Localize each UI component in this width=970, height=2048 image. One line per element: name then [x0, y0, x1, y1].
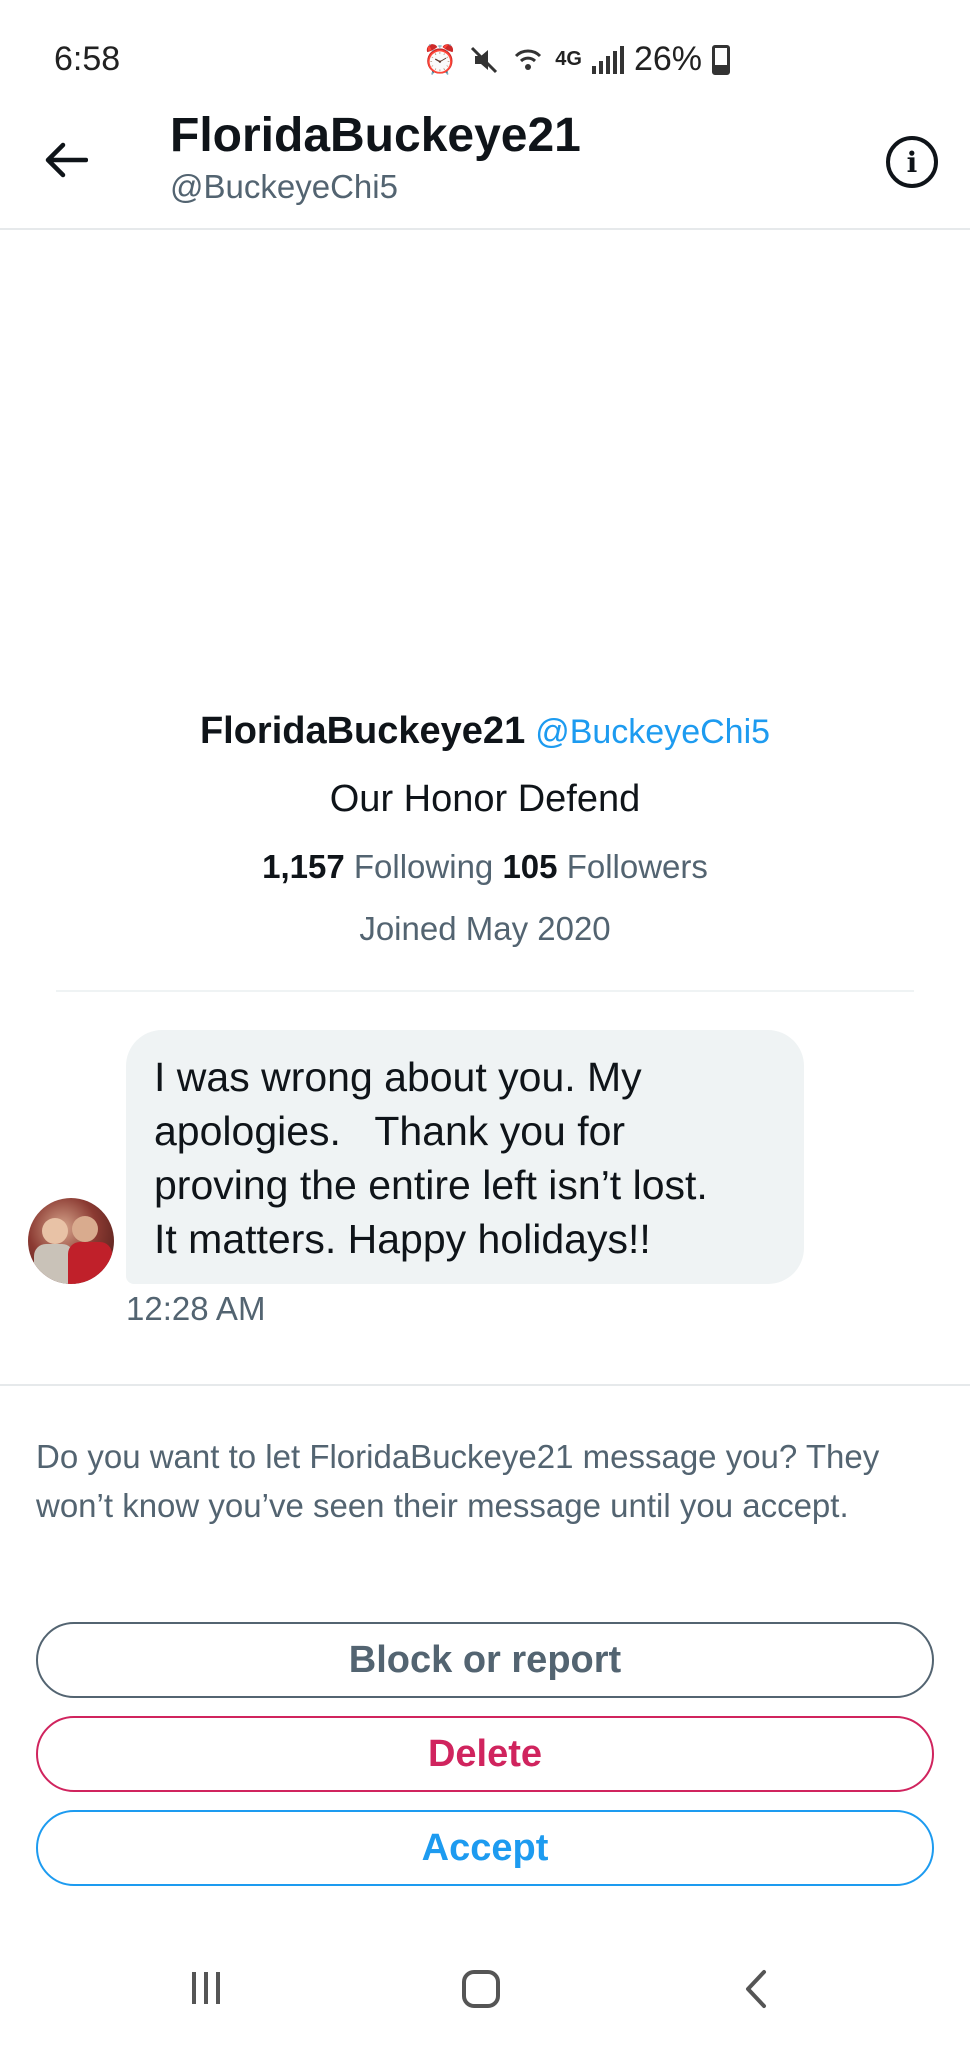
profile-name-row[interactable]: FloridaBuckeye21 @BuckeyeChi5 [0, 710, 970, 753]
home-icon[interactable] [462, 1970, 500, 2008]
following-stat[interactable]: 1,157 Following [262, 848, 493, 885]
block-or-report-button[interactable]: Block or report [36, 1622, 934, 1698]
message-divider [0, 1384, 970, 1386]
conversation-title: FloridaBuckeye21 [170, 109, 581, 162]
profile-name: FloridaBuckeye21 [199, 710, 526, 752]
recents-icon[interactable] [192, 1972, 220, 2004]
info-icon[interactable]: i [886, 136, 938, 188]
accept-button[interactable]: Accept [36, 1810, 934, 1886]
header-divider [0, 228, 970, 230]
mute-icon [467, 43, 501, 77]
wifi-icon [511, 43, 545, 77]
followers-stat[interactable]: 105 Followers [502, 848, 707, 885]
delete-button[interactable]: Delete [36, 1716, 934, 1792]
message-bubble[interactable]: I was wrong about you. My apologies. Tha… [126, 1030, 804, 1284]
profile-bio: Our Honor Defend [329, 778, 641, 820]
profile-divider [56, 990, 914, 992]
back-button[interactable] [38, 132, 94, 188]
following-count: 1,157 [262, 848, 345, 885]
avatar[interactable] [28, 1198, 114, 1284]
following-label: Following [353, 848, 494, 885]
status-bar-time: 6:58 [54, 40, 121, 78]
signal-icon [591, 45, 624, 74]
conversation-handle: @BuckeyeChi5 [170, 168, 398, 205]
message-request-prompt: Do you want to let FloridaBuckeye21 mess… [36, 1438, 880, 1524]
alarm-icon: ⏰ [422, 44, 458, 75]
followers-count: 105 [502, 848, 558, 885]
profile-joined: Joined May 2020 [359, 910, 611, 947]
profile-handle: @BuckeyeChi5 [535, 713, 771, 751]
arrow-left-icon [45, 142, 88, 178]
status-bar-icons: ⏰ 4G 26% [423, 40, 730, 79]
battery-percent: 26% [633, 40, 702, 78]
profile-stats: 1,157 Following 105 Followers [0, 848, 970, 886]
nav-back-icon[interactable] [736, 1966, 776, 2012]
message-timestamp: 12:28 AM [126, 1290, 266, 1327]
4g-icon: 4G [555, 48, 582, 70]
followers-label: Followers [566, 848, 708, 885]
battery-icon [712, 44, 730, 75]
